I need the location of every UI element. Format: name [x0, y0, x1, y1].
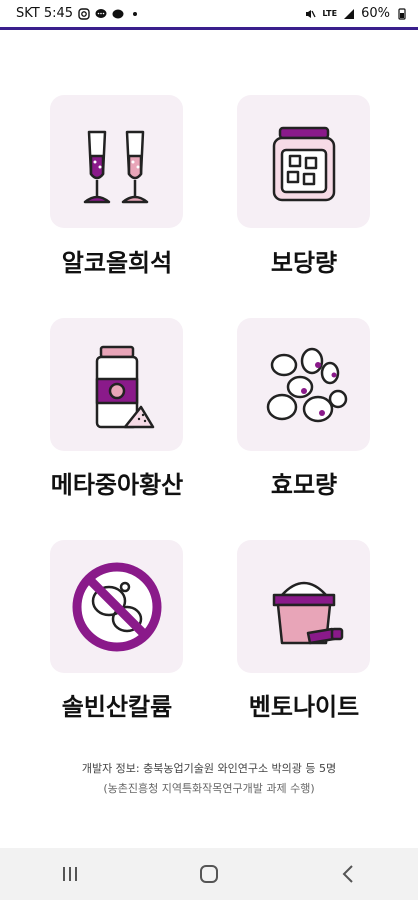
metabisulfite-button[interactable]	[50, 318, 183, 451]
instagram-icon	[78, 7, 90, 20]
sugar-jar-icon	[272, 126, 335, 201]
potassium-sorbate-prohibited-icon	[72, 562, 161, 651]
metabisulfite-label: 메타중아황산	[50, 471, 184, 499]
potassium-sorbate-label: 솔빈산칼륨	[61, 693, 173, 721]
carrier-time: SKT 5:45	[16, 6, 74, 21]
project-info: (농촌진흥청 지역특화작목연구개발 과제 수행)	[103, 782, 315, 795]
sugar-addition-label: 보당량	[270, 249, 338, 277]
back-button[interactable]	[318, 854, 378, 894]
back-icon	[342, 865, 354, 883]
notification-dot-icon	[133, 11, 138, 16]
message-icon	[95, 8, 107, 18]
signal-icon	[344, 8, 355, 19]
developer-info: 개발자 정보: 충북농업기술원 와인연구소 박의광 등 5명	[81, 762, 337, 775]
yeast-amount-label: 효모량	[270, 471, 338, 499]
network-type: LTE	[322, 9, 338, 18]
battery-text: 60%	[361, 6, 390, 21]
potassium-sorbate-button[interactable]	[50, 540, 183, 673]
navigation-bar	[0, 848, 418, 900]
recents-button[interactable]	[40, 854, 100, 894]
alcohol-dilution-label: 알코올희석	[61, 249, 173, 277]
bentonite-sack-icon	[272, 581, 343, 644]
status-bar: SKT 5:45 LTE 60%	[0, 0, 418, 30]
recents-icon	[62, 867, 77, 881]
chat-icon	[112, 9, 124, 18]
metabisulfite-bottle-icon	[95, 345, 154, 428]
bentonite-label: 벤토나이트	[248, 693, 360, 721]
mute-icon	[306, 9, 316, 18]
yeast-cells-icon	[266, 347, 347, 422]
home-icon	[199, 865, 218, 883]
home-button[interactable]	[179, 854, 239, 894]
yeast-amount-button[interactable]	[237, 318, 370, 451]
alcohol-dilution-button[interactable]	[50, 95, 183, 228]
battery-icon	[398, 7, 406, 20]
sugar-addition-button[interactable]	[237, 95, 370, 228]
bentonite-button[interactable]	[237, 540, 370, 673]
wine-glasses-icon	[83, 130, 148, 203]
